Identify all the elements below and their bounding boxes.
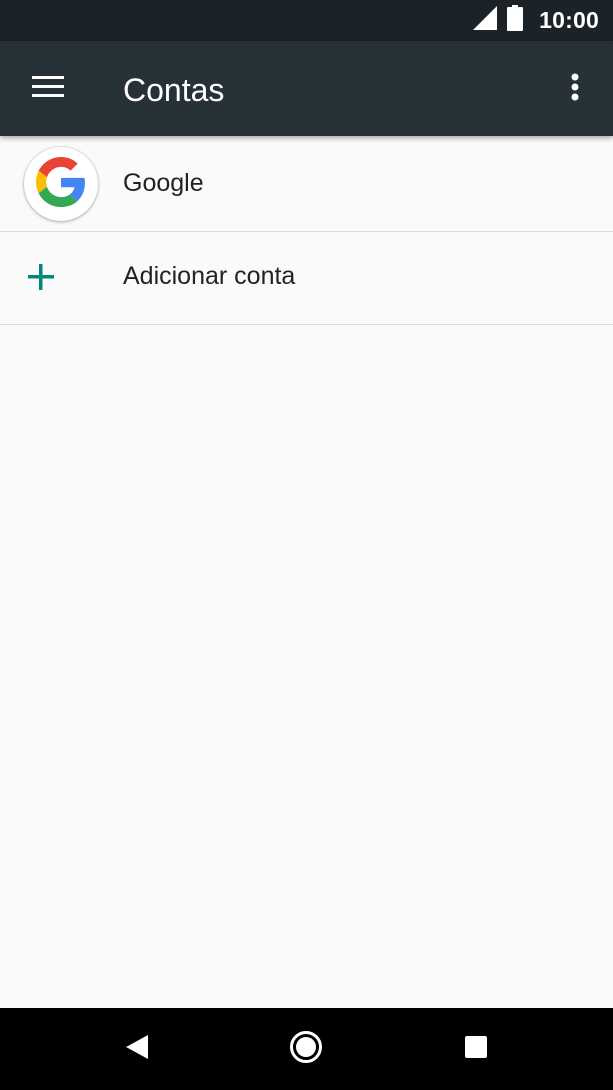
account-label-google: Google: [123, 169, 204, 197]
back-icon: [126, 1034, 148, 1064]
account-item-google[interactable]: Google: [0, 136, 613, 232]
more-vert-icon: [571, 73, 579, 106]
signal-icon: [473, 6, 498, 35]
status-icons: 10:00: [473, 0, 599, 41]
back-button[interactable]: [109, 1021, 165, 1077]
google-logo-icon: [36, 156, 86, 212]
google-avatar: [24, 147, 98, 221]
battery-icon: [507, 5, 524, 36]
more-options-button[interactable]: [551, 65, 599, 113]
add-account-label: Adicionar conta: [123, 262, 296, 290]
page-title: Contas: [123, 72, 225, 108]
menu-icon: [32, 75, 64, 103]
navigation-bar: [0, 1008, 613, 1090]
recents-button[interactable]: [448, 1021, 504, 1077]
add-account-button[interactable]: Adicionar conta: [0, 232, 613, 325]
accounts-list: Google Adicionar conta: [0, 136, 613, 325]
recents-icon: [465, 1035, 487, 1063]
status-bar: 10:00: [0, 0, 613, 41]
plus-icon: [26, 262, 56, 292]
menu-button[interactable]: [20, 65, 76, 113]
status-clock: 10:00: [539, 7, 599, 33]
app-bar: Contas: [0, 41, 613, 136]
home-button[interactable]: [278, 1021, 334, 1077]
home-icon: [289, 1030, 323, 1069]
